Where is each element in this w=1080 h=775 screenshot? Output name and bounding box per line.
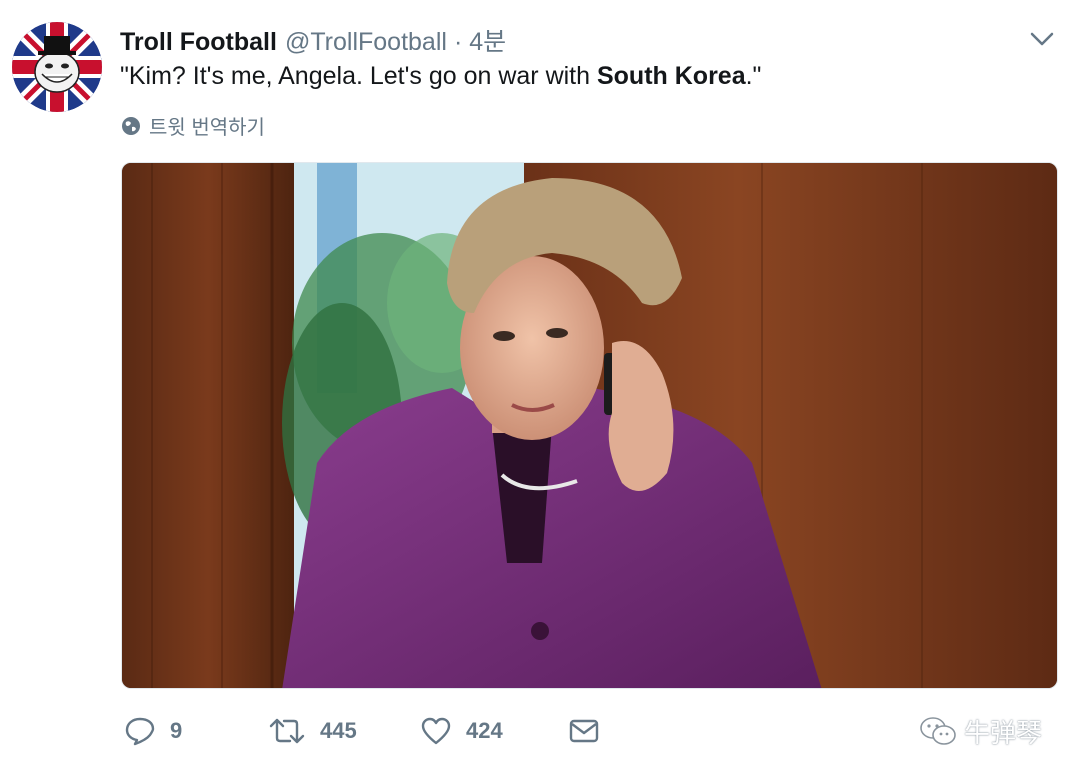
reply-button[interactable]: 9	[124, 708, 182, 754]
heart-icon	[421, 717, 451, 745]
retweet-count: 445	[320, 718, 357, 743]
translate-tweet-link[interactable]: 트윗 번역하기	[121, 111, 265, 140]
envelope-icon	[569, 719, 599, 743]
like-count: 424	[466, 718, 503, 743]
chevron-down-icon	[1030, 32, 1054, 46]
tweet-media-photo[interactable]	[121, 162, 1058, 689]
tweet-text-end: ."	[745, 62, 762, 90]
header-separator: ·	[453, 28, 463, 56]
reply-count: 9	[170, 718, 183, 743]
retweet-button[interactable]: 445	[268, 708, 357, 754]
globe-icon	[122, 116, 140, 135]
tweet-card: Troll Football @TrollFootball · 4분 "Kim?…	[0, 0, 1080, 775]
tweet-text-start: "Kim? It's me, Angela. Let's go on war w…	[120, 62, 597, 90]
retweet-icon	[269, 718, 305, 744]
tweet-header: Troll Football @TrollFootball · 4분	[120, 22, 506, 57]
reply-icon	[125, 717, 155, 746]
direct-message-button[interactable]	[568, 708, 614, 754]
avatar[interactable]	[12, 22, 102, 112]
display-name[interactable]: Troll Football	[120, 28, 277, 57]
tweet-text: "Kim? It's me, Angela. Let's go on war w…	[120, 60, 761, 92]
wechat-icon	[920, 717, 956, 745]
troll-face-avatar-icon	[12, 22, 102, 112]
watermark-text: 牛弹琴	[964, 717, 1043, 748]
translate-label: 트윗 번역하기	[149, 117, 265, 139]
like-button[interactable]: 424	[420, 708, 503, 754]
user-handle[interactable]: @TrollFootball	[285, 28, 447, 57]
tweet-text-bold: South Korea	[596, 62, 746, 90]
watermark: 牛弹琴	[918, 708, 1042, 754]
timestamp[interactable]: 4분	[469, 22, 506, 58]
photo-woman-on-phone	[122, 163, 1057, 688]
tweet-menu-button[interactable]	[1028, 27, 1056, 51]
